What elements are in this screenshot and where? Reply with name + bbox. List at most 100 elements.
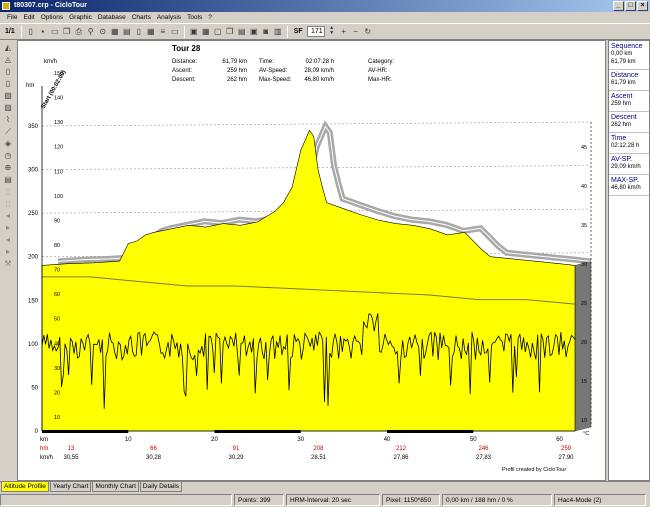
globe-icon[interactable]: ⊕ bbox=[2, 162, 14, 173]
altitude-tick-label: 300 bbox=[28, 168, 39, 174]
tab-daily-details[interactable]: Daily Details bbox=[139, 482, 183, 492]
arrow-right-icon[interactable]: ▸ bbox=[2, 222, 14, 233]
stat-value: 02:12:28 h bbox=[611, 143, 640, 149]
tab-yearly-chart[interactable]: Yearly Chart bbox=[49, 482, 92, 492]
new-file-icon[interactable]: ▯ bbox=[26, 26, 36, 37]
pages-icon[interactable]: ❐ bbox=[225, 26, 235, 37]
altitude-tick-label: 250 bbox=[28, 211, 39, 217]
save-icon[interactable]: ▪ bbox=[38, 26, 48, 37]
menu-help[interactable]: ? bbox=[205, 12, 215, 23]
km-scale-bar bbox=[42, 430, 129, 433]
minimize-button[interactable]: _ bbox=[613, 1, 624, 11]
speed-tick-label: 60 bbox=[54, 292, 60, 298]
settings-icon[interactable]: ▥ bbox=[273, 26, 283, 37]
report-icon[interactable]: ▭ bbox=[170, 26, 180, 37]
page-indicator: 1/1 bbox=[5, 28, 15, 35]
kmh-row-value: 30,55 bbox=[63, 455, 79, 461]
stack-icon[interactable]: ▤ bbox=[2, 174, 14, 185]
camera-icon[interactable]: ◙ bbox=[261, 26, 271, 37]
arrow-right2-icon[interactable]: ▸ bbox=[2, 246, 14, 257]
bike-icon[interactable]: ⊙ bbox=[98, 26, 108, 37]
x-axis-unit: km bbox=[40, 437, 48, 443]
altitude-tick-label: 0 bbox=[35, 429, 39, 435]
info-label-ascent: Ascent: bbox=[172, 68, 192, 74]
image-icon[interactable]: ▨ bbox=[2, 90, 14, 101]
route-icon[interactable]: ◬ bbox=[2, 54, 14, 65]
info-label-time: Time: bbox=[259, 59, 274, 65]
export-icon[interactable]: ▣ bbox=[249, 26, 259, 37]
stat-ascent: Ascent 259 hm bbox=[609, 91, 649, 112]
stat-value: 46,80 km/h bbox=[611, 185, 641, 191]
sf-input[interactable]: 171 bbox=[306, 26, 325, 37]
info-block: Distance: 61,79 km Time: 02:07:28 h Cate… bbox=[172, 59, 394, 83]
menu-edit[interactable]: Edit bbox=[20, 12, 37, 23]
page2-icon[interactable]: ▯ bbox=[2, 78, 14, 89]
page-icon[interactable]: ▯ bbox=[2, 66, 14, 77]
table2-icon[interactable]: ▦ bbox=[201, 26, 211, 37]
copy-icon[interactable]: ❐ bbox=[62, 26, 72, 37]
cards-icon[interactable]: ▤ bbox=[237, 26, 247, 37]
clock-icon[interactable]: ◷ bbox=[2, 150, 14, 161]
zoom-in-icon[interactable]: + bbox=[339, 26, 349, 37]
menu-file[interactable]: File bbox=[4, 12, 20, 23]
info-label-category: Category: bbox=[368, 59, 394, 65]
stat-head: Descent bbox=[611, 114, 637, 121]
stat-avsp: AV-SP. 29,09 km/h bbox=[609, 154, 649, 175]
window-icon[interactable]: ▢ bbox=[213, 26, 223, 37]
document-icon[interactable]: ▯ bbox=[134, 26, 144, 37]
close-button[interactable]: × bbox=[637, 1, 648, 11]
graph-icon[interactable]: ⟋ bbox=[2, 126, 14, 137]
profile-icon[interactable]: ◭ bbox=[2, 42, 14, 53]
stat-head: Distance bbox=[611, 72, 639, 79]
stat-value: 29,09 km/h bbox=[611, 164, 641, 170]
hm-row-value: 259 bbox=[561, 446, 572, 452]
arrow-left-icon[interactable]: ◂ bbox=[2, 210, 14, 221]
right-tick-label: 45 bbox=[581, 145, 587, 151]
tab-altitude-profile[interactable]: Altitude Profile bbox=[1, 482, 49, 492]
menu-charts[interactable]: Charts bbox=[129, 12, 154, 23]
menu-options[interactable]: Options bbox=[38, 12, 66, 23]
layers-icon[interactable]: ◈ bbox=[2, 138, 14, 149]
bottom-rows: 13 30,55 66 30,28 91 30,29 208 28,51 212 27,86 246… bbox=[63, 446, 574, 461]
grid-icon[interactable]: ▦ bbox=[146, 26, 156, 37]
info-label-descent: Descent: bbox=[172, 77, 196, 83]
status-range: 0,00 km / 188 hm / 0 % bbox=[442, 493, 552, 506]
disabled-tool-icon: ▯ bbox=[5, 187, 11, 196]
altitude-chart[interactable]: Tour 28 Distance: 61,79 km Time: 02:07:2… bbox=[18, 41, 607, 482]
hm-row-value: 66 bbox=[150, 446, 157, 452]
hm-row-value: 13 bbox=[68, 446, 75, 452]
chart-icon[interactable]: ▤ bbox=[122, 26, 132, 37]
print-icon[interactable]: ⎙ bbox=[74, 26, 84, 37]
marker-icon[interactable]: ⚲ bbox=[86, 26, 96, 37]
menu-graphic[interactable]: Graphic bbox=[66, 12, 95, 23]
menu-analysis[interactable]: Analysis bbox=[154, 12, 184, 23]
spin-arrows-icon[interactable]: ▲ ▼ bbox=[327, 26, 337, 37]
kmh-row-value: 28,51 bbox=[311, 455, 327, 461]
refresh-icon[interactable]: ↻ bbox=[363, 26, 373, 37]
chart-title: Tour 28 bbox=[172, 44, 201, 53]
zoom-out-icon[interactable]: − bbox=[351, 26, 361, 37]
chart-line-icon[interactable]: ⌇ bbox=[2, 114, 14, 125]
tab-monthly-chart[interactable]: Monthly Chart bbox=[92, 482, 139, 492]
x-tick-label: 20 bbox=[211, 437, 218, 443]
calendar-icon[interactable]: ▣ bbox=[189, 26, 199, 37]
title-bar[interactable]: t80307.crp - CicloTour _ □ × bbox=[0, 0, 650, 12]
list-icon[interactable]: ≡ bbox=[158, 26, 168, 37]
table-icon[interactable]: ▦ bbox=[110, 26, 120, 37]
open-folder-icon[interactable]: ▭ bbox=[50, 26, 60, 37]
right-tick-label: 30 bbox=[581, 262, 587, 268]
tools-icon[interactable]: ⚒ bbox=[2, 258, 14, 269]
sf-label: SF bbox=[293, 28, 303, 35]
stat-value: 259 hm bbox=[611, 101, 632, 107]
image2-icon[interactable]: ▨ bbox=[2, 102, 14, 113]
stat-head: AV-SP. bbox=[611, 156, 633, 163]
speed-tick-label: 150 bbox=[54, 71, 63, 77]
stat-head: MAX-SP. bbox=[611, 177, 639, 184]
x-tick-label: 40 bbox=[384, 437, 391, 443]
menu-database[interactable]: Database bbox=[95, 12, 129, 23]
maximize-button[interactable]: □ bbox=[625, 1, 636, 11]
arrow-left2-icon[interactable]: ◂ bbox=[2, 234, 14, 245]
menu-tools[interactable]: Tools bbox=[184, 12, 205, 23]
info-label-maxhr: Max-HR: bbox=[368, 77, 392, 83]
kmh-row-value: 30,29 bbox=[228, 455, 244, 461]
